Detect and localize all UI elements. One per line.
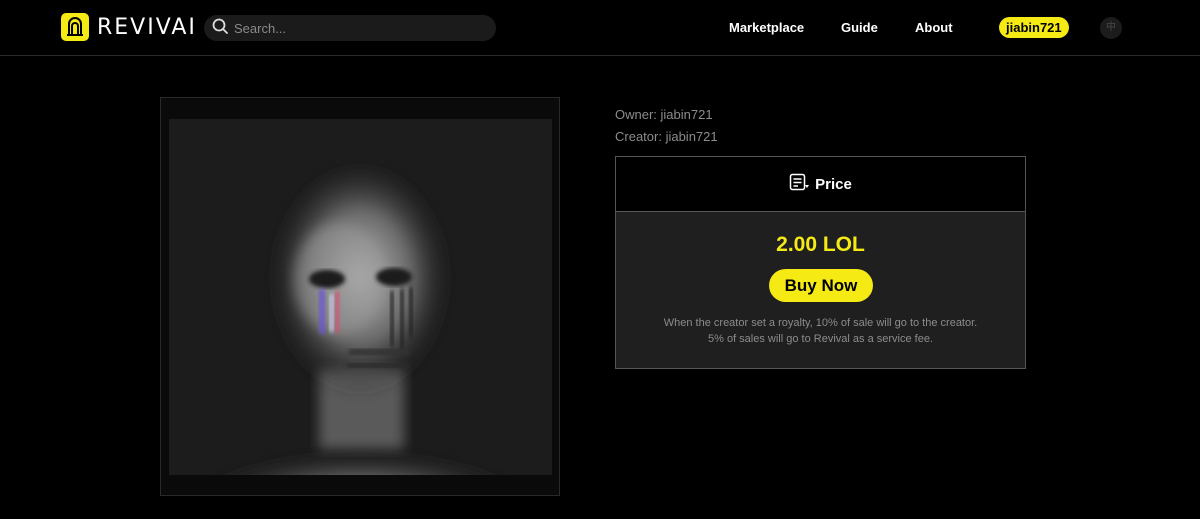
nav-marketplace[interactable]: Marketplace <box>729 20 804 35</box>
fee-note-line1: When the creator set a royalty, 10% of s… <box>663 317 978 329</box>
top-nav-bar: REVIVAI Marketplace Guide About jiabin72… <box>0 0 1200 56</box>
brand-logo[interactable]: REVIVAI <box>61 13 197 41</box>
artwork-image[interactable] <box>169 119 552 475</box>
price-header-label: Price <box>815 175 852 193</box>
fee-note-line2: 5% of sales will go to Revival as a serv… <box>708 333 933 345</box>
nav-about[interactable]: About <box>915 20 953 35</box>
logo-mark-icon <box>61 13 89 41</box>
nav-guide[interactable]: Guide <box>841 20 878 35</box>
search-bar[interactable] <box>204 15 496 41</box>
user-account-button[interactable]: jiabin721 <box>999 17 1069 38</box>
price-body: 2.00 LOL Buy Now When the creator set a … <box>616 212 1025 368</box>
brand-name: REVIVAI <box>97 14 197 40</box>
search-icon <box>212 18 228 39</box>
buy-now-button[interactable]: Buy Now <box>769 269 873 302</box>
price-panel: Price 2.00 LOL Buy Now When the creator … <box>615 156 1026 369</box>
language-toggle[interactable]: 中 <box>1100 17 1122 39</box>
artwork-frame <box>160 97 560 496</box>
fee-note: When the creator set a royalty, 10% of s… <box>616 315 1025 347</box>
search-input[interactable] <box>234 20 484 36</box>
owner-label: Owner: jiabin721 <box>615 107 713 122</box>
price-tag-icon <box>789 173 811 195</box>
portrait-image-icon <box>169 119 552 475</box>
price-header: Price <box>616 157 1025 212</box>
creator-label: Creator: jiabin721 <box>615 129 718 144</box>
price-value: 2.00 LOL <box>776 233 865 256</box>
